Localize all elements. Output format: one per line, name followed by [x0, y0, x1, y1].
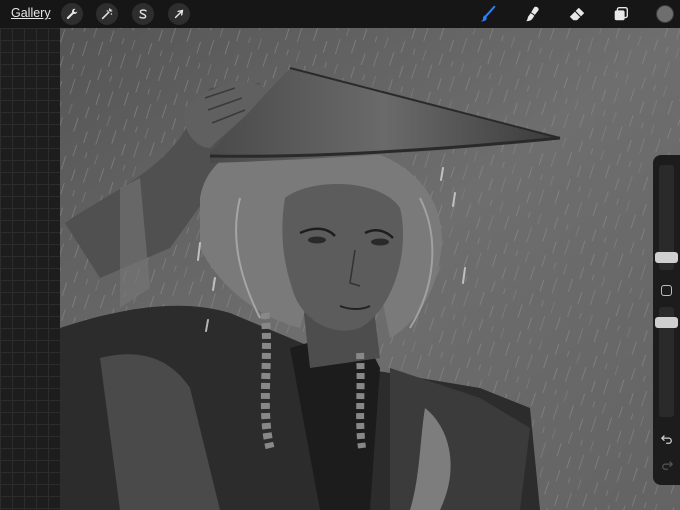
arrow-cursor-icon [174, 9, 184, 19]
actions-button[interactable] [61, 3, 83, 25]
artwork-illustration [60, 28, 680, 510]
undo-arrow-icon [661, 435, 672, 444]
opacity-knob[interactable] [655, 317, 678, 328]
selection-button[interactable] [132, 3, 154, 25]
layers-button[interactable] [611, 4, 631, 24]
adjustments-button[interactable] [96, 3, 118, 25]
brush-icon [480, 5, 496, 22]
drawing-canvas[interactable] [60, 28, 680, 510]
transform-button[interactable] [168, 3, 190, 25]
wrench-icon [66, 8, 78, 20]
magic-wand-icon [101, 8, 113, 20]
top-toolbar: Gallery [0, 0, 680, 28]
smudge-tool-button[interactable] [523, 4, 543, 24]
gallery-button[interactable]: Gallery [11, 6, 51, 20]
layers-icon [614, 7, 628, 21]
redo-arrow-icon [662, 461, 673, 470]
eraser-tool-button[interactable] [567, 4, 587, 24]
color-picker-button[interactable] [656, 5, 674, 23]
canvas-background-grid [0, 28, 60, 510]
selection-s-icon [139, 9, 147, 19]
brush-size-knob[interactable] [655, 252, 678, 263]
smudge-icon [526, 6, 539, 22]
brush-tool-button[interactable] [478, 4, 498, 24]
modify-square-icon[interactable] [661, 285, 672, 296]
eraser-icon [569, 7, 585, 21]
redo-button[interactable] [660, 458, 674, 472]
right-sidebar [653, 155, 680, 485]
undo-button[interactable] [660, 432, 674, 446]
